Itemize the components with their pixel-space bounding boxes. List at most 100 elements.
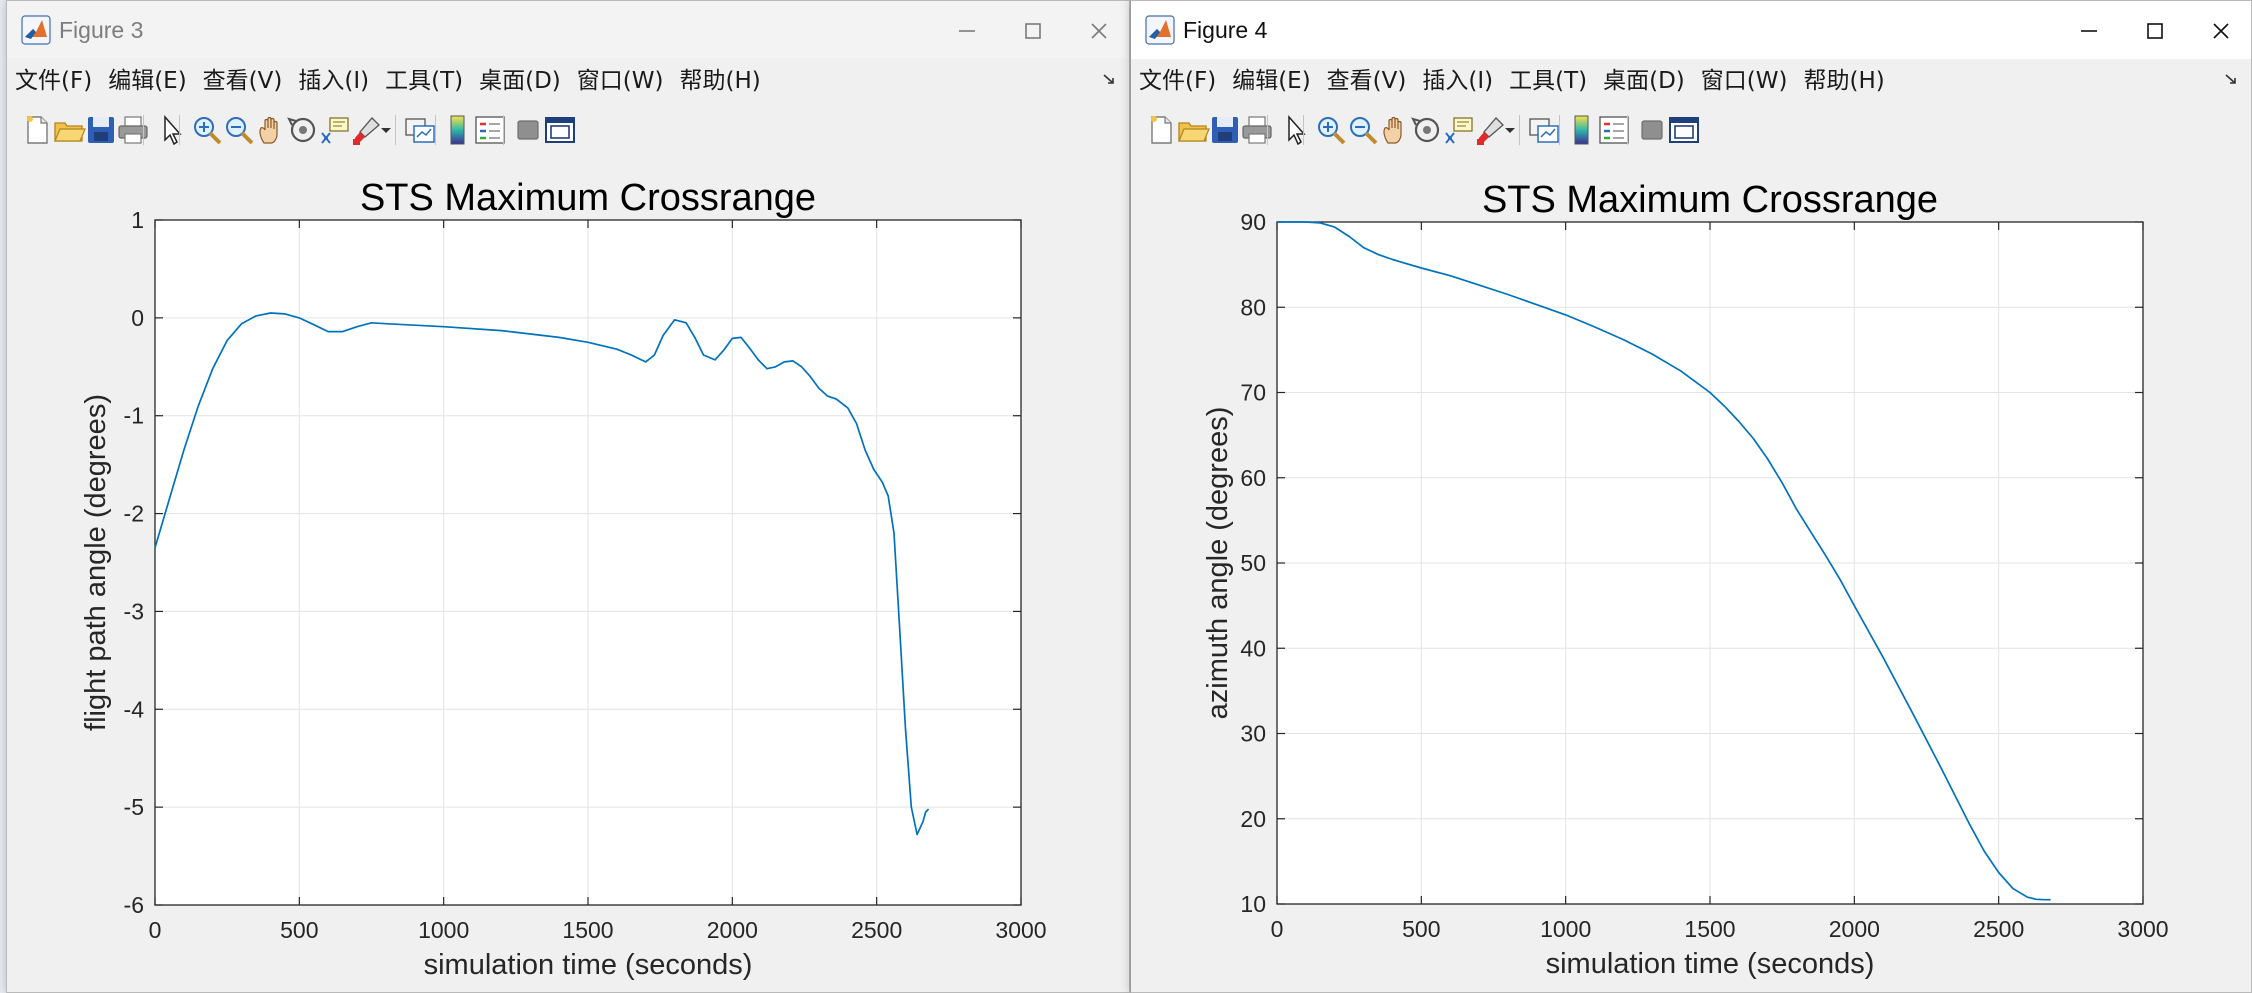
menu-view[interactable]: 查看(V) [203,66,283,96]
maximize-button[interactable] [2125,9,2185,53]
hide-tools-button[interactable] [511,113,545,147]
zoom-in-icon [1318,117,1346,145]
x-tick-label: 1000 [1540,916,1591,942]
zoom-in-icon [194,117,222,145]
pan-hand-button[interactable] [1378,113,1412,147]
hide-tools-icon [517,120,539,140]
open-file-icon [54,122,86,142]
open-file-button[interactable] [1176,113,1210,147]
x-axis-label: simulation time (seconds) [1546,948,1875,980]
x-tick-label: 1500 [562,917,613,943]
menu-tools[interactable]: 工具(T) [385,66,463,96]
x-tick-label: 500 [1402,916,1440,942]
legend-icon [475,116,505,144]
toolbar-separator [435,115,436,145]
new-figure-button[interactable] [1144,113,1178,147]
y-tick-label: 70 [1240,380,1266,406]
y-axis-label: azimuth angle (degrees) [1202,407,1234,720]
menu-file[interactable]: 文件(F) [15,66,92,96]
new-figure-icon [27,116,48,144]
print-button[interactable] [1240,113,1274,147]
brush-dropdown[interactable] [1502,113,1518,147]
print-button[interactable] [116,113,150,147]
x-tick-label: 2000 [1829,916,1880,942]
rotate-3d-button[interactable] [1410,113,1444,147]
dock-arrow-icon[interactable] [2223,71,2241,89]
x-tick-label: 1000 [418,917,469,943]
zoom-out-button[interactable] [222,113,256,147]
zoom-in-button[interactable] [1314,113,1348,147]
menu-view[interactable]: 查看(V) [1327,66,1407,96]
menu-edit[interactable]: 编辑(E) [1232,66,1310,96]
zoom-in-button[interactable] [190,113,224,147]
menu-desktop[interactable]: 桌面(D) [1603,66,1685,96]
minimize-button[interactable] [2059,9,2119,53]
colorbar-button[interactable] [441,113,475,147]
y-tick-label: 80 [1240,294,1266,320]
link-plot-button[interactable] [403,113,437,147]
y-tick-label: 0 [131,305,144,331]
menu-window[interactable]: 窗口(W) [1701,66,1788,96]
toolbar-separator [1303,115,1304,145]
minimize-button[interactable] [937,9,997,53]
menu-help[interactable]: 帮助(H) [679,66,760,96]
legend-button[interactable] [473,113,507,147]
brush-dropdown[interactable] [378,113,394,147]
dock-arrow-icon[interactable] [1101,71,1119,89]
link-plot-button[interactable] [1527,113,1561,147]
new-figure-button[interactable] [20,113,54,147]
colorbar-button[interactable] [1565,113,1599,147]
x-tick-label: 2500 [1973,916,2024,942]
save-icon [1212,117,1238,143]
rotate-3d-button[interactable] [286,113,320,147]
rotate-3d-icon [1411,117,1440,143]
zoom-out-button[interactable] [1346,113,1380,147]
matlab-icon [21,15,51,45]
menu-edit[interactable]: 编辑(E) [108,66,186,96]
close-button[interactable] [1069,9,1129,53]
close-button[interactable] [2191,9,2251,53]
dock-figure-button[interactable] [1667,113,1701,147]
y-tick-label: 1 [131,207,144,233]
rotate-3d-icon [287,117,316,143]
menu-file[interactable]: 文件(F) [1139,66,1216,96]
menu-help[interactable]: 帮助(H) [1803,66,1884,96]
data-cursor-button[interactable] [1442,113,1476,147]
save-button[interactable] [84,113,118,147]
menu-insert[interactable]: 插入(I) [1422,66,1493,96]
dock-figure-button[interactable] [543,113,577,147]
zoom-out-icon [226,117,254,145]
pointer-button[interactable] [1278,113,1312,147]
legend-button[interactable] [1597,113,1631,147]
menu-tools[interactable]: 工具(T) [1509,66,1587,96]
zoom-out-icon [1350,117,1378,145]
save-button[interactable] [1208,113,1242,147]
toolbar-separator [179,115,180,145]
pan-hand-button[interactable] [254,113,288,147]
x-tick-label: 3000 [2117,916,2168,942]
open-file-button[interactable] [52,113,86,147]
x-tick-label: 3000 [995,917,1046,943]
pointer-icon [1288,115,1306,146]
figure-window-3: Figure 3 文件(F) 编辑(E) 查看(V) 插入(I) 工具(T) 桌… [6,0,1130,993]
pointer-button[interactable] [154,113,188,147]
maximize-button[interactable] [1003,9,1063,53]
hide-tools-button[interactable] [1635,113,1669,147]
y-tick-label: 40 [1240,635,1266,661]
y-tick-label: 50 [1240,550,1266,576]
pan-hand-icon [259,116,278,144]
menu-window[interactable]: 窗口(W) [577,66,664,96]
link-plot-icon [1529,118,1559,143]
menu-desktop[interactable]: 桌面(D) [479,66,561,96]
y-tick-label: -2 [124,501,144,527]
maximize-icon [2147,23,2163,39]
x-tick-label: 2000 [707,917,758,943]
toolbar-separator [143,115,144,145]
pointer-icon [164,115,182,146]
data-cursor-button[interactable] [318,113,352,147]
menu-insert[interactable]: 插入(I) [298,66,369,96]
toolbar-separator [1267,115,1268,145]
x-tick-label: 0 [1271,916,1284,942]
window-title: Figure 4 [1183,17,1268,43]
figure-window-4: Figure 4 文件(F) 编辑(E) 查看(V) 插入(I) 工具(T) 桌… [1130,0,2252,993]
